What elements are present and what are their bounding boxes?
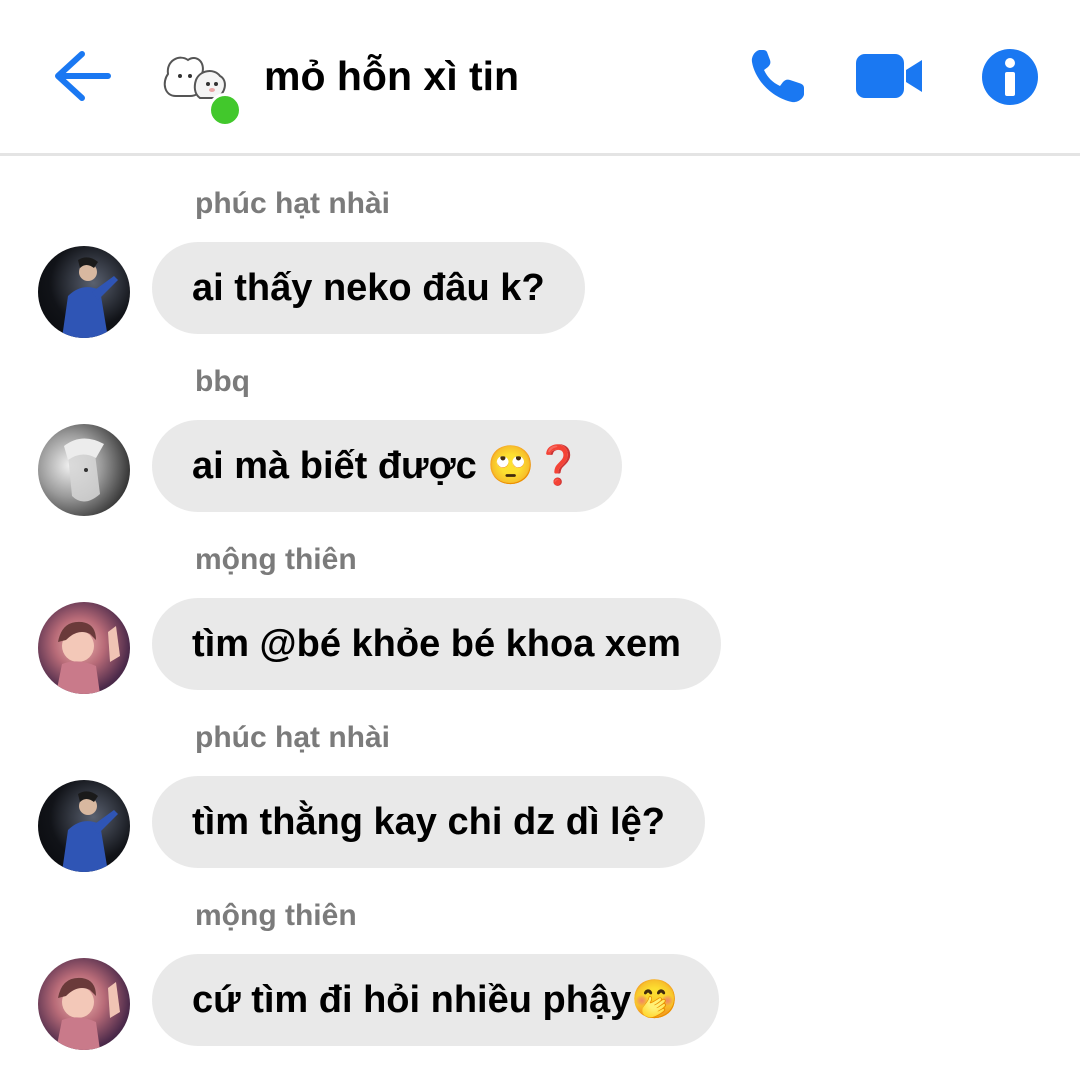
message-row: phúc hạt nhài ai thấy neko đâu k? <box>0 186 1080 356</box>
sender-name: phúc hạt nhài <box>195 187 390 220</box>
online-status-indicator <box>208 93 242 127</box>
video-camera-icon[interactable] <box>854 50 926 102</box>
message-row: bbq ai mà biết được 🙄❓ <box>0 364 1080 534</box>
message-bubble[interactable]: tìm @bé khỏe bé khoa xem <box>152 598 721 690</box>
avatar-bbq[interactable] <box>38 424 130 516</box>
sender-name: mộng thiên <box>195 899 357 932</box>
message-bubble[interactable]: ai mà biết được 🙄❓ <box>152 420 622 512</box>
message-row: mộng thiên cứ tìm đi hỏi nhiều phậy🤭 <box>0 898 1080 1068</box>
message-bubble[interactable]: ai thấy neko đâu k? <box>152 242 585 334</box>
avatar-phuc-hat-nhai[interactable] <box>38 246 130 338</box>
message-row: mộng thiên tìm @bé khỏe bé khoa xem <box>0 542 1080 712</box>
avatar-mong-thien[interactable] <box>38 958 130 1050</box>
conversation-title[interactable]: mỏ hỗn xì tin <box>264 50 519 102</box>
sender-name: phúc hạt nhài <box>195 721 390 754</box>
message-bubble[interactable]: tìm thằng kay chi dz dì lệ? <box>152 776 705 868</box>
message-row: phúc hạt nhài tìm thằng kay chi dz dì lệ… <box>0 720 1080 890</box>
info-icon[interactable] <box>980 47 1040 107</box>
conversation-header: mỏ hỗn xì tin <box>0 0 1080 156</box>
sender-name: mộng thiên <box>195 543 357 576</box>
back-arrow-icon[interactable] <box>52 50 112 102</box>
sender-name: bbq <box>195 365 250 398</box>
phone-icon[interactable] <box>746 44 810 108</box>
avatar-phuc-hat-nhai[interactable] <box>38 780 130 872</box>
avatar-mong-thien[interactable] <box>38 602 130 694</box>
message-bubble[interactable]: cứ tìm đi hỏi nhiều phậy🤭 <box>152 954 719 1046</box>
